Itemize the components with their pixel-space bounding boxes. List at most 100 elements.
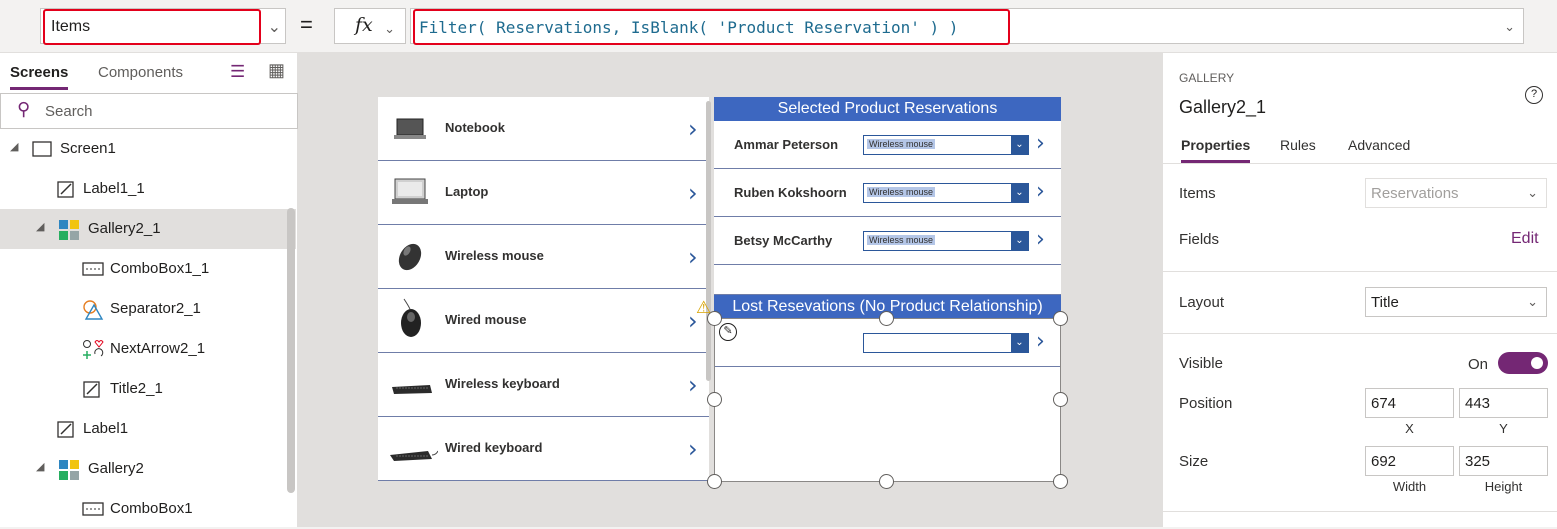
position-y-input[interactable]: 443 bbox=[1459, 388, 1548, 418]
list-view-icon[interactable]: ☰ bbox=[230, 62, 245, 82]
label-icon bbox=[56, 419, 76, 439]
tab-advanced[interactable]: Advanced bbox=[1348, 137, 1410, 153]
tree-item-combobox1-1[interactable]: ComboBox1_1 bbox=[0, 249, 296, 289]
fx-button[interactable]: fx ⌄ bbox=[334, 8, 406, 44]
tree-item-label: ComboBox1 bbox=[110, 500, 193, 517]
tree-item-title2-1[interactable]: Title2_1 bbox=[0, 369, 296, 409]
help-icon[interactable]: ? bbox=[1525, 86, 1543, 104]
visible-toggle[interactable] bbox=[1498, 352, 1548, 374]
selected-reservations-header: Selected Product Reservations bbox=[714, 97, 1061, 121]
tree-item-label: Title2_1 bbox=[110, 380, 163, 397]
warning-icon[interactable]: ⚠ bbox=[696, 298, 711, 318]
chevron-right-icon[interactable]: › bbox=[688, 371, 698, 399]
resize-handle[interactable] bbox=[707, 392, 722, 407]
resize-handle[interactable] bbox=[707, 474, 722, 489]
chevron-down-icon[interactable]: ⌄ bbox=[1011, 136, 1028, 154]
resize-handle[interactable] bbox=[879, 311, 894, 326]
product-combobox[interactable]: Wireless mouse ⌄ bbox=[863, 135, 1029, 155]
fields-edit-link[interactable]: Edit bbox=[1511, 230, 1539, 248]
layout-value: Title bbox=[1371, 294, 1399, 311]
y-caption: Y bbox=[1499, 421, 1508, 436]
chevron-right-icon[interactable]: › bbox=[688, 243, 698, 271]
divider bbox=[1163, 163, 1557, 164]
formula-input[interactable]: Filter( Reservations, IsBlank( 'Product … bbox=[410, 8, 1524, 45]
collapse-icon[interactable]: ◢ bbox=[10, 140, 18, 153]
chevron-right-icon[interactable]: › bbox=[688, 435, 698, 463]
tree-item-combobox1[interactable]: ComboBox1 bbox=[0, 489, 296, 529]
tree-item-screen1[interactable]: ◢ Screen1 bbox=[0, 129, 296, 169]
resize-handle[interactable] bbox=[1053, 311, 1068, 326]
product-combobox[interactable]: Wireless mouse ⌄ bbox=[863, 231, 1029, 251]
notebook-image bbox=[390, 111, 430, 147]
height-caption: Height bbox=[1484, 479, 1523, 494]
tree-item-gallery2-1[interactable]: ◢ Gallery2_1 bbox=[0, 209, 296, 249]
tree-item-label1-1[interactable]: Label1_1 bbox=[0, 169, 296, 209]
chevron-right-icon[interactable]: › bbox=[1036, 131, 1045, 156]
tab-properties[interactable]: Properties bbox=[1181, 137, 1251, 163]
gallery-item[interactable]: Wireless mouse › bbox=[378, 225, 709, 289]
design-canvas: Notebook › Laptop › Wireless mouse › Wir… bbox=[298, 53, 1162, 527]
chevron-right-icon[interactable]: › bbox=[1036, 179, 1045, 204]
reservation-row[interactable]: Betsy McCarthy Wireless mouse ⌄ › bbox=[714, 217, 1061, 265]
grid-view-icon[interactable]: ▦ bbox=[268, 60, 285, 81]
combobox-icon bbox=[82, 259, 104, 279]
product-gallery[interactable]: Notebook › Laptop › Wireless mouse › Wir… bbox=[378, 97, 709, 481]
chevron-down-icon[interactable]: ⌄ bbox=[1011, 184, 1028, 202]
items-dropdown[interactable]: Reservations ⌄ bbox=[1365, 178, 1547, 208]
tree-item-gallery2[interactable]: ◢ Gallery2 bbox=[0, 449, 296, 489]
resize-handle[interactable] bbox=[1053, 392, 1068, 407]
divider bbox=[1163, 333, 1557, 334]
chevron-right-icon[interactable]: › bbox=[688, 179, 698, 207]
edit-pencil-icon[interactable]: ✎ bbox=[719, 323, 737, 341]
gallery-scrollbar[interactable] bbox=[706, 101, 711, 381]
position-x-input[interactable]: 674 bbox=[1365, 388, 1454, 418]
tree-item-label: Separator2_1 bbox=[110, 300, 201, 317]
product-name: Wireless keyboard bbox=[445, 376, 560, 391]
reservation-row[interactable]: Ruben Kokshoorn Wireless mouse ⌄ › bbox=[714, 169, 1061, 217]
gallery-item[interactable]: Wired keyboard › bbox=[378, 417, 709, 481]
reservation-name: Betsy McCarthy bbox=[734, 233, 833, 248]
gallery-item[interactable]: Wired mouse › bbox=[378, 289, 709, 353]
chevron-down-icon[interactable]: ⌄ bbox=[1011, 232, 1028, 250]
resize-handle[interactable] bbox=[879, 474, 894, 489]
items-label: Items bbox=[1179, 185, 1216, 202]
size-width-input[interactable]: 692 bbox=[1365, 446, 1454, 476]
resize-handle[interactable] bbox=[1053, 474, 1068, 489]
tree-item-nextarrow2-1[interactable]: NextArrow2_1 bbox=[0, 329, 296, 369]
tree-scrollbar[interactable] bbox=[287, 208, 295, 493]
search-icon: ⚲ bbox=[17, 99, 31, 119]
gallery-item[interactable]: Laptop › bbox=[378, 161, 709, 225]
tree-item-label1[interactable]: Label1 bbox=[0, 409, 296, 449]
chevron-right-icon[interactable]: › bbox=[1036, 227, 1045, 252]
tree-item-label: ComboBox1_1 bbox=[110, 260, 210, 277]
tab-components[interactable]: Components bbox=[98, 64, 183, 81]
icons-icon bbox=[82, 339, 104, 359]
chevron-down-icon: ⌄ bbox=[384, 21, 395, 36]
gallery-item[interactable]: Wireless keyboard › bbox=[378, 353, 709, 417]
collapse-icon[interactable]: ◢ bbox=[36, 220, 44, 233]
collapse-icon[interactable]: ◢ bbox=[36, 460, 44, 473]
fields-label: Fields bbox=[1179, 231, 1220, 248]
divider bbox=[1163, 271, 1557, 272]
tree-item-separator2-1[interactable]: Separator2_1 bbox=[0, 289, 296, 329]
selected-gallery-frame[interactable] bbox=[714, 318, 1061, 482]
screen-icon bbox=[32, 139, 52, 159]
tab-rules[interactable]: Rules bbox=[1280, 137, 1316, 153]
size-height-input[interactable]: 325 bbox=[1459, 446, 1548, 476]
tree-search-box[interactable]: ⚲ Search bbox=[0, 93, 298, 129]
position-label: Position bbox=[1179, 395, 1233, 412]
fx-icon: fx bbox=[355, 14, 373, 36]
formula-text[interactable]: Filter( Reservations, IsBlank( 'Product … bbox=[413, 9, 1010, 45]
gallery-icon bbox=[58, 219, 79, 240]
reservation-row[interactable]: Ammar Peterson Wireless mouse ⌄ › bbox=[714, 121, 1061, 169]
gallery-item[interactable]: Notebook › bbox=[378, 97, 709, 161]
tab-screens[interactable]: Screens bbox=[10, 64, 69, 90]
property-dropdown[interactable]: Items ⌄ bbox=[40, 8, 286, 45]
product-combobox[interactable]: Wireless mouse ⌄ bbox=[863, 183, 1029, 203]
chevron-right-icon[interactable]: › bbox=[688, 115, 698, 143]
chevron-down-icon[interactable]: ⌄ bbox=[1504, 19, 1515, 35]
layout-dropdown[interactable]: Title ⌄ bbox=[1365, 287, 1547, 317]
product-name: Wired mouse bbox=[445, 312, 527, 327]
properties-panel: GALLERY Gallery2_1 ? Properties Rules Ad… bbox=[1162, 53, 1557, 527]
property-value: Items bbox=[43, 9, 261, 45]
